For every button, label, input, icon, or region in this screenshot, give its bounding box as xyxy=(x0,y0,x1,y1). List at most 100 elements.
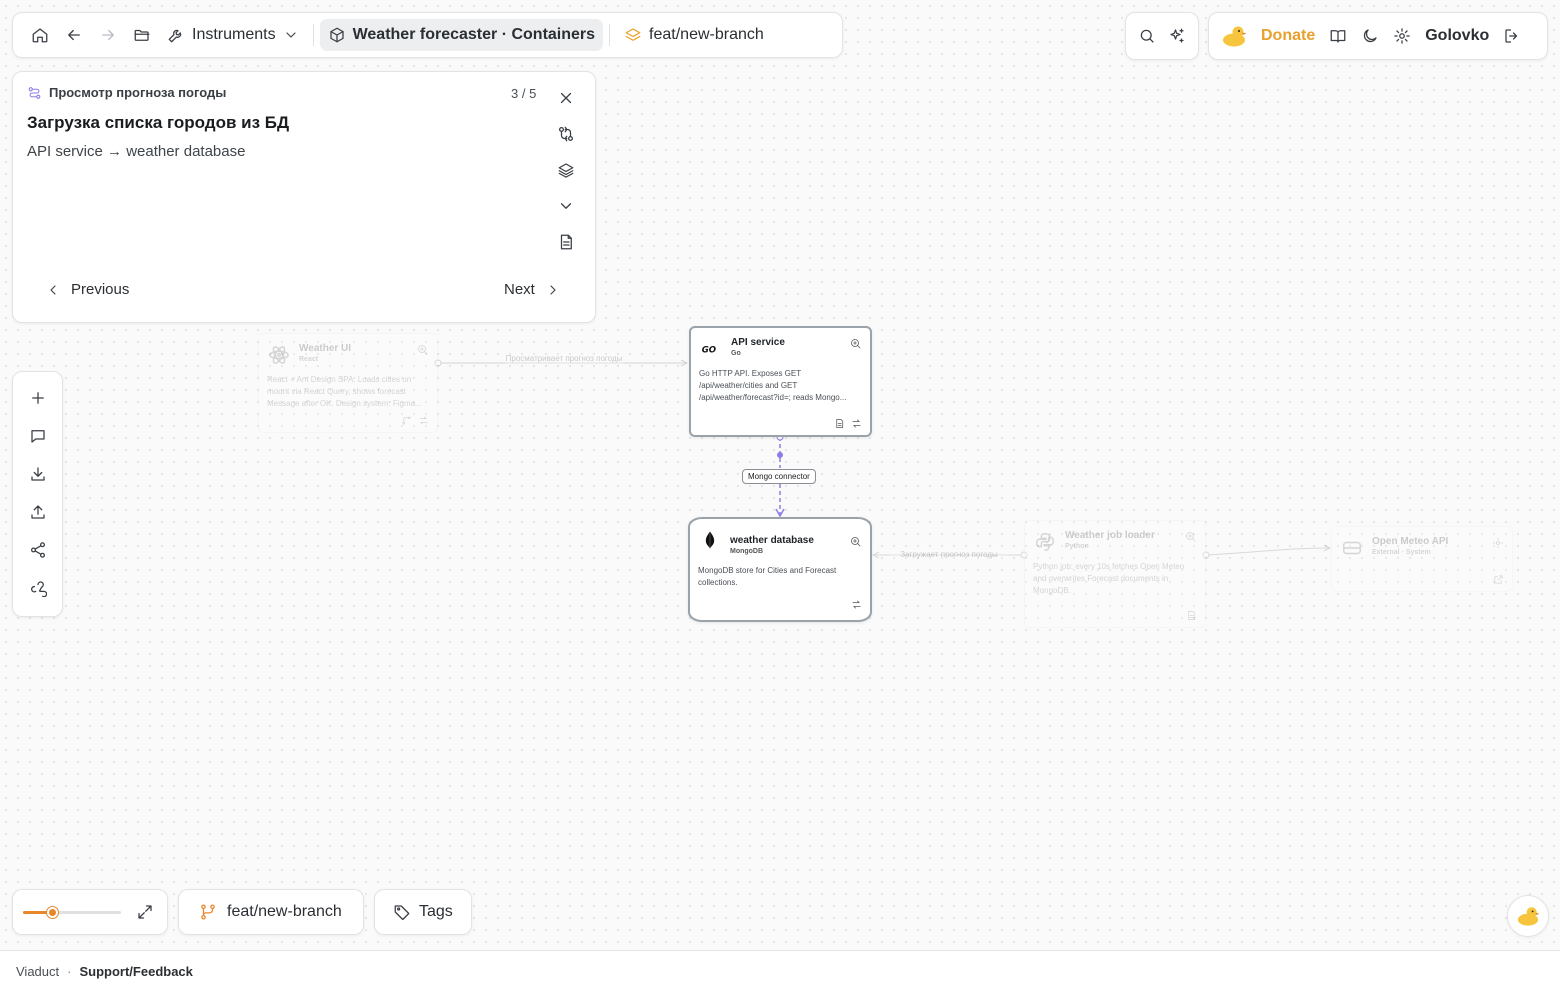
document-icon[interactable] xyxy=(1186,608,1197,620)
comment-icon[interactable] xyxy=(26,424,50,448)
share-icon[interactable] xyxy=(26,538,50,562)
edge-label-api-to-db[interactable]: Mongo connector xyxy=(742,469,816,484)
canvas-toolbar xyxy=(12,371,63,617)
duck-assistant-button[interactable] xyxy=(1507,895,1549,937)
branch-label: feat/new-branch xyxy=(649,26,764,43)
fullscreen-icon[interactable] xyxy=(135,902,155,922)
duck-icon xyxy=(1516,905,1540,927)
node-weather-job-loader[interactable]: Weather job loader Python Python job: ev… xyxy=(1024,520,1206,628)
folder-icon[interactable] xyxy=(125,18,159,52)
branch-breadcrumb[interactable]: feat/new-branch xyxy=(616,19,772,51)
gear-icon[interactable] xyxy=(1393,27,1411,45)
react-icon xyxy=(268,344,290,366)
home-icon[interactable] xyxy=(23,18,57,52)
project-breadcrumb[interactable]: Weather forecaster · Containers xyxy=(319,19,604,51)
go-logo-icon: GO xyxy=(700,338,724,360)
node-api-service[interactable]: GO API service Go Go HTTP API. Exposes G… xyxy=(689,326,872,437)
branch-button[interactable]: feat/new-branch xyxy=(178,889,364,935)
node-open-meteo-api[interactable]: Open Meteo API External · System xyxy=(1331,526,1513,592)
git-branch-icon xyxy=(199,903,217,921)
support-feedback-link[interactable]: Support/Feedback xyxy=(79,964,192,979)
upload-icon[interactable] xyxy=(26,500,50,524)
walkthrough-header: Просмотр прогноза погоды xyxy=(27,85,226,100)
next-button[interactable]: Next xyxy=(504,281,561,298)
book-open-icon[interactable] xyxy=(1329,27,1347,45)
logout-icon[interactable] xyxy=(1503,27,1521,45)
wrench-icon xyxy=(167,26,185,44)
download-icon[interactable] xyxy=(26,462,50,486)
node-weather-database[interactable]: weather database MongoDB MongoDB store f… xyxy=(688,517,872,622)
sparkles-icon[interactable] xyxy=(1168,27,1186,45)
layers-icon xyxy=(624,26,642,44)
tag-icon xyxy=(393,903,411,921)
previous-label: Previous xyxy=(71,281,130,298)
swap-icon[interactable] xyxy=(851,597,862,609)
node-description: Python job: every 10s fetches Open Meteo… xyxy=(1033,562,1185,595)
zoom-in-icon[interactable] xyxy=(1185,530,1197,542)
search-toolbar xyxy=(1125,12,1199,60)
zoom-slider-handle[interactable] xyxy=(47,906,59,918)
tags-button[interactable]: Tags xyxy=(374,889,472,935)
previous-button[interactable]: Previous xyxy=(45,281,129,298)
next-label: Next xyxy=(504,281,535,298)
chevron-down-icon xyxy=(283,27,299,43)
edge-job-to-meteo xyxy=(1202,544,1332,559)
tags-button-label: Tags xyxy=(419,903,453,920)
node-tech: MongoDB xyxy=(730,548,764,555)
box-icon xyxy=(328,26,346,44)
divider xyxy=(609,24,611,46)
compare-icon[interactable] xyxy=(551,122,581,146)
back-arrow-icon[interactable] xyxy=(57,18,91,52)
instruments-menu[interactable]: Instruments xyxy=(159,19,307,51)
footer: Viaduct · Support/Feedback xyxy=(0,950,1560,992)
walkthrough-header-text: Просмотр прогноза погоды xyxy=(49,85,227,100)
flow-icon xyxy=(27,85,42,100)
node-tech: Go xyxy=(731,350,741,357)
node-description: React + Ant Design SPA. Loads cities on … xyxy=(267,375,422,408)
instruments-label: Instruments xyxy=(192,26,276,43)
step-title: Загрузка списка городов из БД xyxy=(27,113,290,132)
document-icon[interactable] xyxy=(834,416,845,428)
step-counter: 3 / 5 xyxy=(511,86,537,101)
swap-icon[interactable] xyxy=(418,413,429,425)
user-toolbar: Donate Golovko xyxy=(1208,12,1548,60)
branch-icon[interactable] xyxy=(401,413,412,425)
external-system-icon xyxy=(1341,537,1363,559)
external-link-icon[interactable] xyxy=(1493,572,1504,584)
zoom-slider[interactable] xyxy=(23,906,121,918)
donate-link[interactable]: Donate xyxy=(1261,27,1315,45)
zoom-in-icon[interactable] xyxy=(850,535,862,547)
node-description: Go HTTP API. Exposes GET /api/weather/ci… xyxy=(699,369,847,402)
zoom-in-icon[interactable] xyxy=(417,343,429,355)
duck-logo-icon xyxy=(1221,24,1247,48)
node-tech: React xyxy=(299,356,319,363)
gear-icon[interactable] xyxy=(1492,536,1504,548)
zoom-in-icon[interactable] xyxy=(850,337,862,349)
zoom-control xyxy=(12,889,168,935)
svg-text:GO: GO xyxy=(702,345,716,355)
search-icon[interactable] xyxy=(1138,27,1156,45)
walkthrough-panel: Просмотр прогноза погоды 3 / 5 Загрузка … xyxy=(12,71,596,323)
node-description: MongoDB store for Cities and Forecast co… xyxy=(698,566,837,587)
python-icon xyxy=(1034,531,1056,553)
forward-arrow-icon[interactable] xyxy=(91,18,125,52)
moon-icon[interactable] xyxy=(1361,27,1379,45)
swap-icon[interactable] xyxy=(851,416,862,428)
layers-icon[interactable] xyxy=(551,158,581,182)
webhook-icon[interactable] xyxy=(26,576,50,600)
chevron-down-icon[interactable] xyxy=(551,194,581,218)
mongodb-leaf-icon xyxy=(699,529,721,551)
node-title: Weather UI xyxy=(299,343,352,354)
node-tech: Python xyxy=(1065,543,1089,550)
node-title: Weather job loader xyxy=(1065,530,1155,541)
footer-brand: Viaduct xyxy=(16,964,60,979)
username[interactable]: Golovko xyxy=(1425,27,1489,45)
footer-separator: · xyxy=(67,964,72,979)
plus-icon[interactable] xyxy=(26,386,50,410)
edge-label-job-to-db: Загружает прогноз погоды xyxy=(890,550,1008,559)
project-label: Weather forecaster · Containers xyxy=(352,26,596,43)
chevron-left-icon xyxy=(45,282,61,298)
document-icon[interactable] xyxy=(551,230,581,254)
close-icon[interactable] xyxy=(551,86,581,110)
node-weather-ui[interactable]: Weather UI React React + Ant Design SPA.… xyxy=(258,333,438,433)
